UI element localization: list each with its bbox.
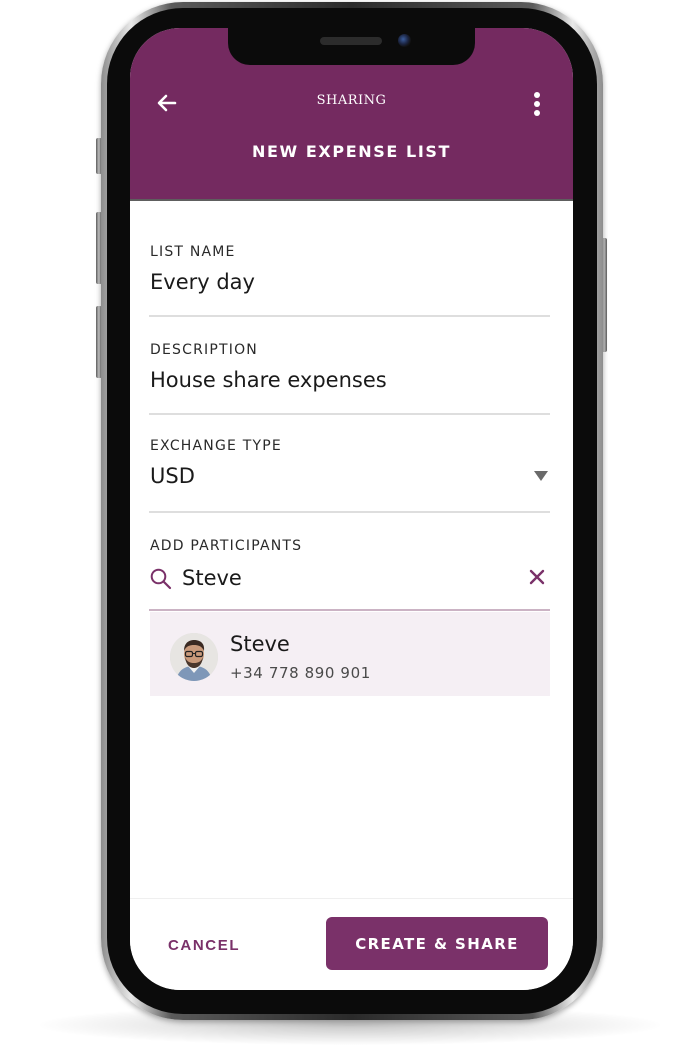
list-name-field[interactable]: LIST NAME Every day <box>149 244 550 318</box>
description-field[interactable]: DESCRIPTION House share expenses <box>149 342 550 416</box>
close-icon[interactable] <box>528 568 546 586</box>
app-screen: SHARING NEW EXPENSE LIST LIST NAME Every… <box>130 28 573 990</box>
description-input[interactable]: House share expenses <box>150 368 387 392</box>
exchange-type-underline <box>149 511 550 513</box>
participant-result-item[interactable]: Steve +34 778 890 901 <box>150 612 550 696</box>
list-name-input[interactable]: Every day <box>150 270 255 294</box>
participant-search-input[interactable]: Steve <box>182 566 242 590</box>
notch <box>228 28 475 65</box>
participants-field[interactable]: ADD PARTICIPANTS Steve <box>149 538 550 612</box>
create-and-share-button[interactable]: CREATE & SHARE <box>326 917 548 970</box>
exchange-type-select[interactable]: USD <box>150 464 195 488</box>
participants-label: ADD PARTICIPANTS <box>150 538 303 554</box>
caret-down-icon[interactable] <box>534 471 548 481</box>
device-mockup: SHARING NEW EXPENSE LIST LIST NAME Every… <box>0 0 698 1056</box>
participants-underline <box>149 609 550 611</box>
app-bar-title: SHARING <box>316 93 387 108</box>
participant-name: Steve <box>230 632 290 656</box>
search-icon <box>150 568 172 590</box>
avatar-photo <box>170 633 218 681</box>
cancel-button[interactable]: CANCEL <box>168 932 278 958</box>
list-name-underline <box>149 315 550 317</box>
description-underline <box>149 413 550 415</box>
exchange-type-field[interactable]: EXCHANGE TYPE USD <box>149 438 550 514</box>
screen-title: NEW EXPENSE LIST <box>251 142 452 161</box>
list-name-label: LIST NAME <box>150 244 236 260</box>
action-bar: CANCEL CREATE & SHARE <box>130 898 573 990</box>
avatar <box>170 633 218 681</box>
exchange-type-label: EXCHANGE TYPE <box>150 438 282 454</box>
description-label: DESCRIPTION <box>150 342 258 358</box>
participant-phone: +34 778 890 901 <box>230 664 371 682</box>
speaker-grille <box>320 37 382 45</box>
front-camera <box>398 34 411 47</box>
more-menu-button[interactable] <box>532 92 542 116</box>
